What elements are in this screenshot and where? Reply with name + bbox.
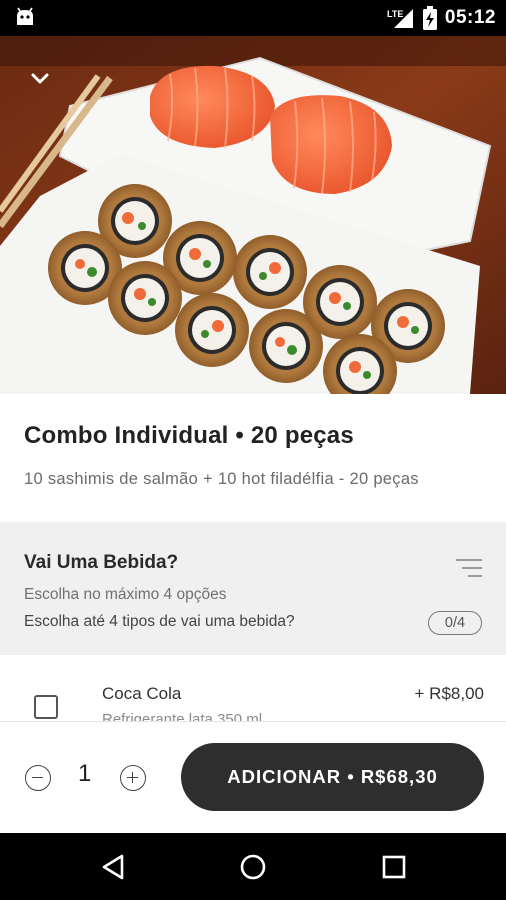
bottom-action-bar: 1 ADICIONAR • R$68,30 bbox=[0, 721, 506, 833]
option-group-max-text: Escolha no máximo 4 opções bbox=[24, 586, 227, 603]
android-icon bbox=[17, 7, 33, 25]
add-to-cart-button[interactable]: ADICIONAR • R$68,30 bbox=[181, 743, 484, 811]
network-type-label: LTE bbox=[387, 9, 403, 19]
chevron-down-icon[interactable] bbox=[22, 60, 58, 96]
option-name: Coca Cola bbox=[102, 684, 182, 703]
back-triangle-icon[interactable] bbox=[98, 851, 130, 883]
option-group-choose-text: Escolha até 4 tipos de vai uma bebida? bbox=[24, 613, 295, 630]
product-image bbox=[0, 36, 506, 394]
list-item[interactable]: Coca Cola + R$8,00 Refrigerante lata 350… bbox=[0, 655, 506, 721]
option-group-header: Vai Uma Bebida? Escolha no máximo 4 opçõ… bbox=[0, 522, 506, 655]
battery-charging-icon bbox=[422, 6, 437, 30]
recents-square-icon[interactable] bbox=[378, 851, 410, 883]
filter-lines-icon bbox=[456, 559, 482, 577]
selection-count-badge: 0/4 bbox=[428, 611, 482, 635]
option-detail: Refrigerante lata 350 ml bbox=[102, 711, 263, 721]
home-circle-icon[interactable] bbox=[237, 851, 269, 883]
option-checkbox[interactable] bbox=[34, 695, 58, 719]
lte-signal-icon: LTE bbox=[387, 9, 413, 28]
minus-circle-icon[interactable] bbox=[25, 765, 51, 791]
product-info: Combo Individual • 20 peças 10 sashimis … bbox=[0, 394, 506, 522]
option-price: + R$8,00 bbox=[414, 684, 484, 703]
product-title: Combo Individual • 20 peças bbox=[24, 422, 354, 449]
quantity-value: 1 bbox=[78, 760, 92, 787]
product-description: 10 sashimis de salmão + 10 hot filadélfi… bbox=[24, 470, 419, 488]
system-nav-bar bbox=[0, 833, 506, 900]
status-bar: LTE 05:12 bbox=[0, 0, 506, 36]
option-group-title: Vai Uma Bebida? bbox=[24, 552, 179, 573]
plus-circle-icon[interactable] bbox=[120, 765, 146, 791]
clock: 05:12 bbox=[444, 7, 496, 28]
